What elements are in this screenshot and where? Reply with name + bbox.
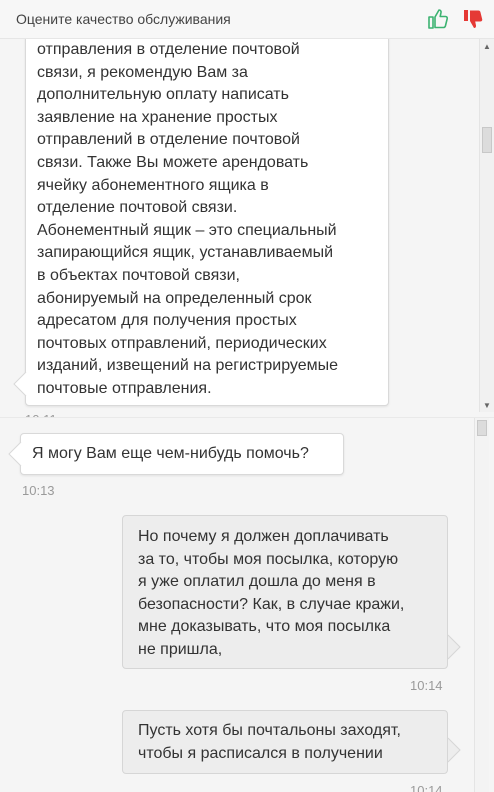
message-line: почтовые отправления. (37, 379, 212, 397)
message-line: дополнительную оплату написать (37, 86, 289, 104)
inner-scroll-thumb[interactable] (482, 127, 492, 153)
scroll-down-arrow[interactable]: ▼ (483, 402, 491, 410)
message-line: мне доказывать, что моя посылка (138, 618, 391, 636)
message-line: чтобы я расписался в получении (138, 744, 383, 762)
incoming-message: Я могу Вам еще чем-нибудь помочь? (20, 433, 344, 475)
message-line: ячейку абонементного ящика в (37, 176, 269, 194)
bubble-tail (447, 634, 461, 660)
message-line: почтовых отправлений, периодических (37, 334, 327, 352)
scroll-up-arrow[interactable]: ▲ (483, 43, 491, 51)
message-line: за то, чтобы моя посылка, которую (138, 550, 399, 568)
message-line: Я могу Вам еще чем-нибудь помочь? (32, 445, 309, 462)
message-line: Абонементный ящик – это специальный (37, 221, 337, 239)
message-time: 10:14 (410, 678, 443, 693)
message-time: 10:14 (410, 783, 443, 792)
message-line: связи. Также Вы можете арендовать (37, 153, 309, 171)
outer-scrollbar[interactable] (474, 418, 489, 792)
message-line: Но почему я должен доплачивать (138, 528, 389, 545)
message-time: 10:13 (22, 483, 55, 498)
message-line: адресатом для получения простых (37, 312, 297, 330)
bubble-tail (13, 371, 27, 397)
message-line: отправления в отделение почтовой (37, 41, 300, 58)
thumbs-up-icon[interactable] (426, 7, 450, 31)
message-line: Пусть хотя бы почтальоны заходят, (138, 722, 401, 739)
message-line: я уже оплатил дошла до меня в (138, 573, 376, 591)
frame-divider (0, 417, 494, 418)
header-cover: Оцените качество обслуживания (0, 0, 494, 39)
message-line: безопасности? Как, в случае кражи, (138, 595, 405, 613)
outgoing-message: Пусть хотя бы почтальоны заходят, чтобы … (122, 710, 448, 774)
bubble-tail (8, 441, 22, 467)
message-line: заявление на хранение простых (37, 108, 278, 126)
message-line: изданий, извещений на регистрируемые (37, 357, 339, 375)
outgoing-message: Но почему я должен доплачивать за то, чт… (122, 515, 448, 669)
message-line: связи, я рекомендую Вам за (37, 63, 248, 81)
thumbs-down-icon[interactable] (461, 7, 485, 31)
message-line: в объектах почтовой связи, (37, 266, 240, 284)
bubble-tail (447, 737, 461, 763)
message-line: отделение почтовой связи. (37, 199, 238, 217)
message-line: абонируемый на определенный срок (37, 289, 312, 307)
incoming-message: отправления в отделение почтовой связи, … (25, 34, 389, 406)
message-line: запирающийся ящик, устанавливаемый (37, 244, 333, 262)
outer-scroll-thumb[interactable] (477, 420, 487, 436)
message-line: отправлений в отделение почтовой (37, 131, 300, 149)
message-line: не пришла, (138, 640, 223, 658)
inner-scrollbar[interactable]: ▲ ▼ (479, 39, 494, 412)
rating-title: Оцените качество обслуживания (16, 11, 231, 27)
